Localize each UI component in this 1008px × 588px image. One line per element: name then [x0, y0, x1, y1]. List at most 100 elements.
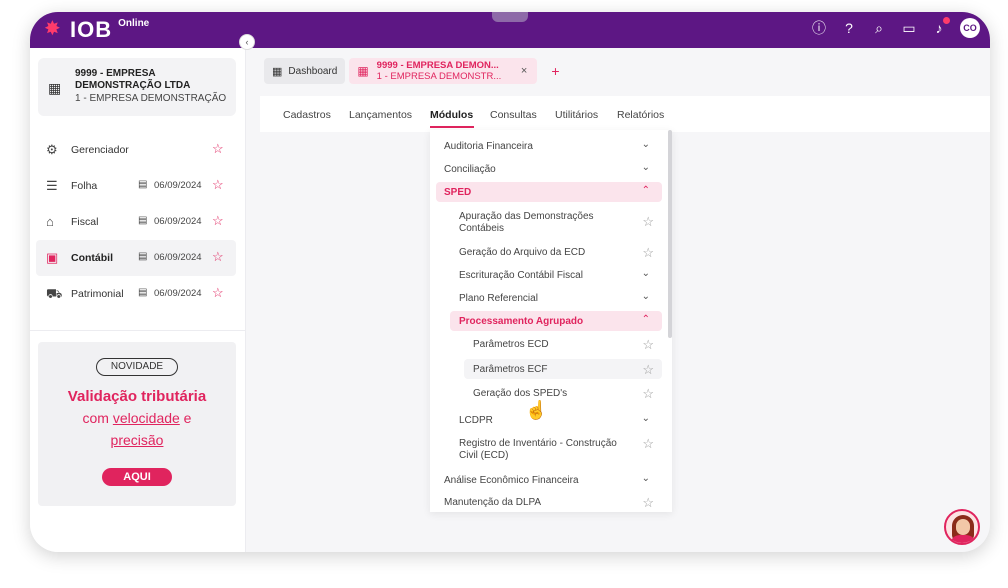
menu-item-auditoria[interactable]: Auditoria Financeira ⌄: [436, 136, 662, 156]
favorite-star-icon[interactable]: ☆: [212, 213, 224, 229]
modulos-dropdown: Auditoria Financeira ⌄ Conciliação ⌄ SPE…: [430, 130, 672, 512]
menu-item-label-2: Contábeis: [459, 223, 505, 234]
company-branch: 1 - EMPRESA DEMONSTRAÇÃO: [75, 93, 227, 104]
sidebar-item-date: 06/09/2024: [154, 216, 202, 227]
menu-item-label: Plano Referencial: [459, 293, 538, 304]
collapse-handle[interactable]: [492, 12, 528, 22]
sidebar-item-patrimonial[interactable]: ⛟ Patrimonial ▤ 06/09/2024 ☆: [36, 276, 236, 312]
menu-item-label: Parâmetros ECD: [473, 339, 549, 350]
calendar-icon: ▤: [138, 251, 148, 262]
promo-link-velocidade: velocidade: [112, 410, 180, 426]
favorite-star-icon[interactable]: ☆: [642, 386, 654, 402]
menu-item-ecf[interactable]: Escrituração Contábil Fiscal ⌄: [436, 265, 662, 285]
menu-item-plano-referencial[interactable]: Plano Referencial ⌄: [436, 288, 662, 308]
menu-item-label: LCDPR: [459, 415, 493, 426]
menu-consultas[interactable]: Consultas: [490, 109, 537, 121]
favorite-star-icon[interactable]: ☆: [642, 214, 654, 230]
company-selector[interactable]: ▦ 9999 - EMPRESA DEMONSTRAÇÃO LTDA 1 - E…: [38, 58, 236, 116]
sidebar-item-label: Contábil: [71, 252, 113, 264]
favorite-star-icon[interactable]: ☆: [642, 436, 654, 452]
menu-item-label: Parâmetros ECF: [473, 364, 548, 375]
active-menu-indicator: [430, 126, 474, 128]
menu-item-registro-inventario[interactable]: Registro de Inventário - Construção Civi…: [436, 433, 662, 465]
sidebar-divider: [30, 330, 246, 331]
sidebar-item-label: Fiscal: [71, 216, 99, 228]
hand-cursor-icon: ☝: [525, 400, 548, 420]
menu-item-apuracao[interactable]: Apuração das Demonstrações Contábeis ☆: [436, 206, 662, 238]
help-icon[interactable]: ?: [840, 19, 858, 37]
menu-item-sped[interactable]: SPED ⌃: [436, 182, 662, 202]
tab-company-sub: 1 - EMPRESA DEMONSTR...: [376, 71, 502, 82]
menu-item-analise[interactable]: Análise Econômico Financeira ⌄: [436, 470, 662, 490]
dropdown-scrollbar[interactable]: [668, 130, 672, 338]
promo-banner: NOVIDADE Validação tributária com veloci…: [38, 342, 236, 506]
promo-title: Validação tributária: [67, 388, 207, 405]
menu-item-label: SPED: [444, 187, 472, 198]
menu-cadastros[interactable]: Cadastros: [283, 109, 331, 121]
chevron-down-icon: ⌄: [641, 473, 650, 484]
menu-utilitarios[interactable]: Utilitários: [555, 109, 598, 121]
favorite-star-icon[interactable]: ☆: [212, 285, 224, 301]
favorite-star-icon[interactable]: ☆: [642, 337, 654, 353]
sidebar-item-label: Folha: [71, 180, 98, 192]
add-tab-button[interactable]: +: [551, 58, 559, 84]
info-icon[interactable]: ⓘ: [810, 19, 828, 37]
search-icon[interactable]: ⌕: [870, 19, 888, 37]
assistant-avatar-button[interactable]: [944, 509, 980, 545]
tab-dashboard[interactable]: ▦ Dashboard: [264, 58, 346, 84]
sidebar-item-contabil[interactable]: ▣ Contábil ▤ 06/09/2024 ☆: [36, 240, 236, 276]
folder-icon[interactable]: ▭: [900, 19, 918, 37]
menu-item-label: Geração do Arquivo da ECD: [459, 247, 586, 258]
sidebar-item-label: Gerenciador: [71, 144, 129, 156]
sidebar-item-fiscal[interactable]: ⌂ Fiscal ▤ 06/09/2024 ☆: [36, 204, 236, 240]
sidebar-collapse-button[interactable]: ‹: [239, 34, 255, 50]
chevron-down-icon: ⌄: [641, 139, 650, 150]
logo-star-icon: ✸: [44, 18, 61, 40]
favorite-star-icon[interactable]: ☆: [212, 249, 224, 265]
calendar-icon: ▤: [138, 287, 148, 298]
menu-item-geracao-sped[interactable]: Geração dos SPED's ☆: [436, 383, 662, 403]
truck-icon: ⛟: [46, 286, 63, 301]
calendar-icon: ▤: [138, 179, 148, 190]
menu-item-label: Manutenção da DLPA: [444, 497, 542, 508]
promo-button[interactable]: AQUI: [102, 468, 172, 486]
company-name: 9999 - EMPRESA DEMONSTRAÇÃO LTDA: [75, 68, 191, 91]
sidebar-item-date: 06/09/2024: [154, 288, 202, 299]
calculator-icon: ▣: [46, 250, 59, 265]
tab-company[interactable]: ▦ 9999 - EMPRESA DEMON... 1 - EMPRESA DE…: [349, 58, 538, 84]
gear-icon: ⚙: [46, 142, 58, 157]
chevron-down-icon: ⌄: [641, 291, 650, 302]
menu-item-param-ecd[interactable]: Parâmetros ECD ☆: [436, 334, 662, 354]
user-avatar[interactable]: CO: [960, 18, 980, 38]
menu-modulos[interactable]: Módulos: [430, 109, 473, 121]
favorite-star-icon[interactable]: ☆: [642, 362, 654, 378]
top-bar: ✸ IOB Online ⓘ ? ⌕ ▭ ♪ CO: [30, 12, 990, 48]
menu-item-geracao-ecd[interactable]: Geração do Arquivo da ECD ☆: [436, 242, 662, 262]
menu-item-conciliacao[interactable]: Conciliação ⌄: [436, 159, 662, 179]
logo[interactable]: ✸ IOB Online: [44, 18, 149, 42]
promo-line-2: precisão: [38, 432, 236, 448]
favorite-star-icon[interactable]: ☆: [642, 245, 654, 261]
sidebar-nav: ⚙ Gerenciador ☆ ☰ Folha ▤ 06/09/2024 ☆ ⌂…: [36, 132, 236, 312]
favorite-star-icon[interactable]: ☆: [212, 141, 224, 157]
menu-item-param-ecf[interactable]: Parâmetros ECF ☆: [464, 359, 662, 379]
sidebar-item-gerenciador[interactable]: ⚙ Gerenciador ☆: [36, 132, 236, 168]
menu-item-lcdpr[interactable]: LCDPR ⌄: [436, 410, 662, 430]
chevron-down-icon: ⌄: [641, 413, 650, 424]
menu-lancamentos[interactable]: Lançamentos: [349, 109, 412, 121]
sidebar-item-folha[interactable]: ☰ Folha ▤ 06/09/2024 ☆: [36, 168, 236, 204]
favorite-star-icon[interactable]: ☆: [212, 177, 224, 193]
favorite-star-icon[interactable]: ☆: [642, 495, 654, 511]
building-icon: ▦: [48, 80, 62, 96]
sidebar-item-label: Patrimonial: [71, 288, 124, 300]
close-icon[interactable]: ×: [521, 65, 527, 77]
tab-bar: ▦ Dashboard ▦ 9999 - EMPRESA DEMON... 1 …: [264, 58, 560, 84]
menu-item-processamento[interactable]: Processamento Agrupado ⌃: [450, 311, 662, 331]
bell-icon[interactable]: ♪: [930, 17, 950, 37]
calendar-icon: ▤: [138, 215, 148, 226]
app-window: ✸ IOB Online ⓘ ? ⌕ ▭ ♪ CO ▦ 9999 - EMPRE…: [30, 12, 990, 552]
sidebar-item-date: 06/09/2024: [154, 252, 202, 263]
assistant-face: [956, 519, 970, 535]
menu-relatorios[interactable]: Relatórios: [617, 109, 664, 121]
menu-item-dlpa[interactable]: Manutenção da DLPA ☆: [436, 492, 662, 512]
